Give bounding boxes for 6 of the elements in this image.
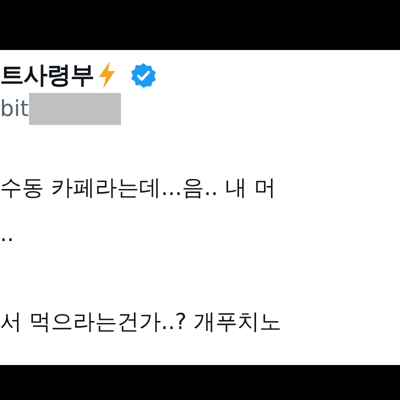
lightning-icon xyxy=(97,61,117,89)
tweet-text: 서 먹으라는건가..? 개푸치노 xyxy=(0,310,282,335)
tweet-text: 수동 카페라는데...음.. 내 머 xyxy=(0,176,276,201)
tweet-text: .. xyxy=(0,222,14,247)
author-name: 트사령부 xyxy=(0,60,94,91)
author-handle: bit xyxy=(0,96,29,122)
